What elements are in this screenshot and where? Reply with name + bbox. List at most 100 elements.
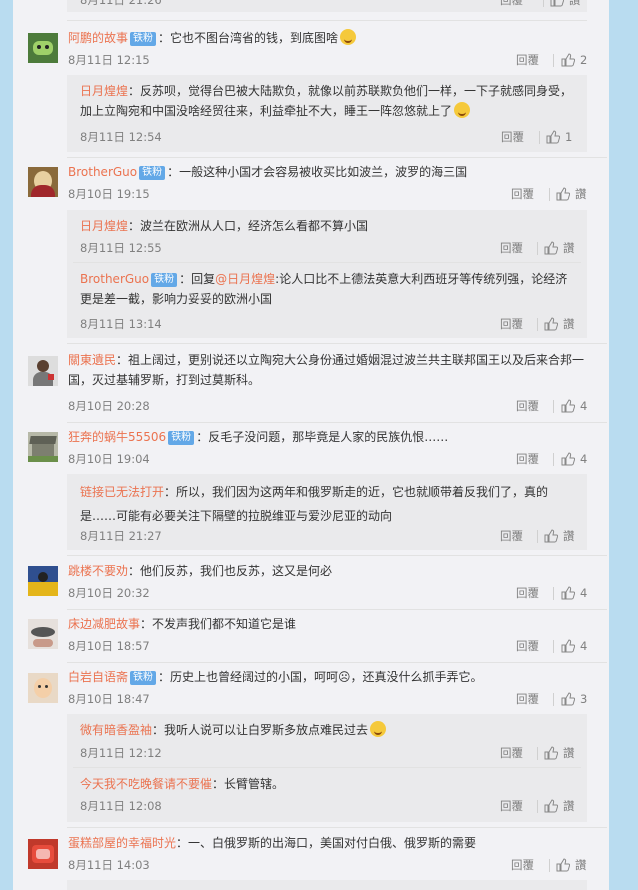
reply-button[interactable]: 回覆 xyxy=(516,638,539,654)
thumbs-up-icon xyxy=(561,53,575,67)
username[interactable]: BrotherGuo xyxy=(80,272,149,286)
avatar[interactable] xyxy=(28,356,58,386)
like-button[interactable]: 4 xyxy=(561,585,587,601)
divider xyxy=(537,242,538,255)
like-count: 4 xyxy=(580,639,588,653)
username[interactable]: 蛋糕部屋的幸福时光 xyxy=(68,836,176,850)
timestamp: 8月11日 13:14 xyxy=(80,317,162,331)
like-button[interactable]: 4 xyxy=(561,638,587,654)
reply-text: BrotherGuo 铁粉 ：回复@日月煌煌:论人口比不上德法英意大利西班牙等传统列… xyxy=(80,269,576,309)
reply-text: 今天我不吃晚餐请不要催：长臂管辖。 xyxy=(80,774,284,794)
reply-button[interactable]: 回覆 xyxy=(511,186,534,202)
reply-button[interactable]: 回覆 xyxy=(516,398,539,414)
timestamp: 8月11日 12:55 xyxy=(80,241,162,255)
reply-button[interactable]: 回覆 xyxy=(501,129,524,145)
reply-button[interactable]: 回覆 xyxy=(511,857,534,873)
separator xyxy=(67,609,607,610)
like-label: 讚 xyxy=(575,187,587,201)
timestamp: 8月11日 12:12 xyxy=(80,746,162,760)
timestamp: 8月10日 19:15 xyxy=(68,187,150,201)
reply-button[interactable]: 回覆 xyxy=(500,0,523,8)
username[interactable]: 微有暗香盈袖 xyxy=(80,723,152,737)
avatar[interactable] xyxy=(28,167,58,197)
like-label: 讚 xyxy=(569,0,581,7)
thumbs-up-icon xyxy=(544,746,558,760)
reply-button[interactable]: 回覆 xyxy=(516,585,539,601)
avatar[interactable] xyxy=(28,566,58,596)
like-count: 4 xyxy=(580,586,588,600)
separator xyxy=(67,343,607,344)
divider xyxy=(537,530,538,543)
username[interactable]: 白岩自语斋 xyxy=(68,670,128,684)
like-button[interactable]: 讚 xyxy=(544,798,575,814)
like-button[interactable]: 讚 xyxy=(544,528,575,544)
avatar[interactable] xyxy=(28,432,58,462)
reply-button[interactable]: 回覆 xyxy=(516,691,539,707)
avatar[interactable] xyxy=(28,33,58,63)
like-button[interactable]: 讚 xyxy=(556,186,587,202)
timestamp: 8月10日 20:28 xyxy=(68,399,150,413)
username[interactable]: 跳楼不要劝 xyxy=(68,564,128,578)
username[interactable]: 關東遺民 xyxy=(68,353,116,367)
comment-body: ：不发声我们都不知道它是谁 xyxy=(140,617,297,631)
comment-text: 狂奔的蜗牛55506 铁粉 ：反毛子没问题，那毕竟是人家的民族仇恨…… xyxy=(68,427,448,447)
reply-button[interactable]: 回覆 xyxy=(516,451,539,467)
separator xyxy=(67,157,607,158)
username[interactable]: 阿鹏的故事 xyxy=(68,31,128,45)
separator xyxy=(67,422,607,423)
like-button[interactable]: 讚 xyxy=(550,0,581,8)
thumbs-up-icon xyxy=(544,529,558,543)
reply-button[interactable]: 回覆 xyxy=(500,798,523,814)
comment-text: 床边减肥故事：不发声我们都不知道它是谁 xyxy=(68,614,296,634)
username[interactable]: 链接已无法打开 xyxy=(80,485,164,499)
avatar[interactable] xyxy=(28,673,58,703)
like-label: 讚 xyxy=(575,858,587,872)
reply-button[interactable]: 回覆 xyxy=(516,52,539,68)
comment-text: 跳楼不要劝：他们反苏，我们也反苏，这又是何必 xyxy=(68,561,332,581)
separator xyxy=(73,262,581,263)
thumbs-up-icon xyxy=(556,858,570,872)
like-button[interactable]: 讚 xyxy=(544,745,575,761)
username[interactable]: 今天我不吃晚餐请不要催 xyxy=(80,777,212,791)
fan-badge: 铁粉 xyxy=(130,671,157,685)
username[interactable]: 狂奔的蜗牛55506 xyxy=(68,430,166,444)
reply-button[interactable]: 回覆 xyxy=(500,528,523,544)
comment-text: 白岩自语斋 铁粉 ：历史上也曾经阔过的小国，呵呵☹，还真没什么抓手弄它。 xyxy=(68,667,483,687)
separator xyxy=(67,555,607,556)
avatar[interactable] xyxy=(28,839,58,869)
reply-button[interactable]: 回覆 xyxy=(500,745,523,761)
mention-link[interactable]: @日月煌煌 xyxy=(215,272,275,286)
thumbs-up-icon xyxy=(556,187,570,201)
reply-body: ：长臂管辖。 xyxy=(212,777,285,791)
reply-text: 日月煌煌：反苏呗，觉得台巴被大陆欺负，就像以前苏联欺负他们一样，一下子就感同身受… xyxy=(80,81,576,121)
reply-button[interactable]: 回覆 xyxy=(500,240,523,256)
like-button[interactable]: 4 xyxy=(561,398,587,414)
avatar[interactable] xyxy=(28,619,58,649)
divider xyxy=(549,188,550,201)
thumbs-up-icon xyxy=(546,130,560,144)
divider xyxy=(553,693,554,706)
username[interactable]: 日月煌煌 xyxy=(80,219,128,233)
like-button[interactable]: 讚 xyxy=(544,316,575,332)
reply-button[interactable]: 回覆 xyxy=(500,316,523,332)
divider xyxy=(543,0,544,7)
like-label: 讚 xyxy=(563,746,575,760)
username[interactable]: 日月煌煌 xyxy=(80,84,128,98)
emoji-icon xyxy=(340,29,357,45)
comment-body: ：它也不图台湾省的钱，到底图啥 xyxy=(158,31,339,45)
username[interactable]: 床边减肥故事 xyxy=(68,617,140,631)
like-label: 讚 xyxy=(563,317,575,331)
username[interactable]: BrotherGuo xyxy=(68,165,137,179)
like-button[interactable]: 3 xyxy=(561,691,587,707)
divider xyxy=(553,587,554,600)
timestamp: 8月11日 12:54 xyxy=(80,130,162,144)
like-button[interactable]: 2 xyxy=(561,52,587,68)
comment-body: ：他们反苏，我们也反苏，这又是何必 xyxy=(128,564,333,578)
like-button[interactable]: 讚 xyxy=(556,857,587,873)
like-button[interactable]: 4 xyxy=(561,451,587,467)
reply-text: 日月煌煌：波兰在欧洲从人口，经济怎么看都不算小国 xyxy=(80,216,368,236)
comment-body: ：一、白俄罗斯的出海口，美国对付白俄、俄罗斯的需要 xyxy=(176,836,477,850)
thumbs-up-icon xyxy=(544,317,558,331)
like-button[interactable]: 1 xyxy=(546,129,572,145)
like-button[interactable]: 讚 xyxy=(544,240,575,256)
